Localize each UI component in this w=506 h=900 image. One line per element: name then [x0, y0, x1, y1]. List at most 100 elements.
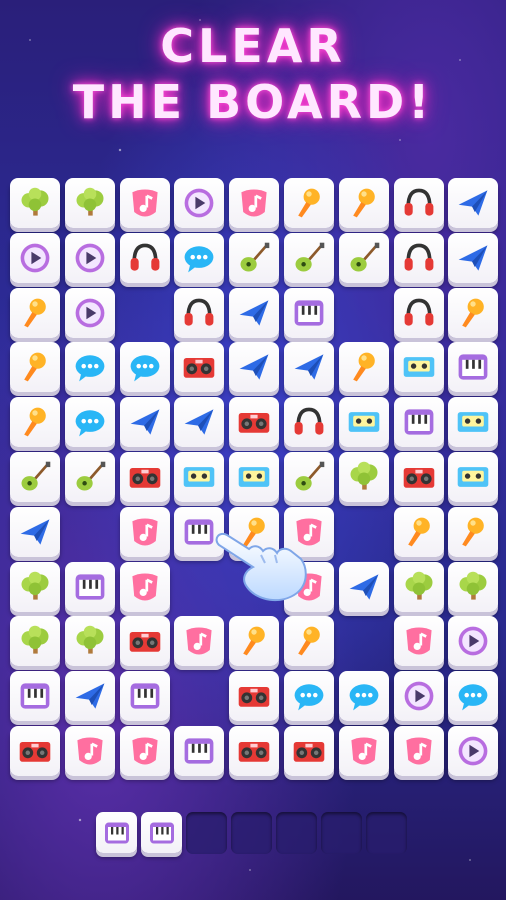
tile-plane[interactable]	[339, 562, 389, 612]
tile-plane[interactable]	[10, 507, 60, 557]
tile-chat[interactable]	[174, 233, 224, 283]
tile-note[interactable]	[120, 726, 170, 776]
tile-headphones[interactable]	[394, 233, 444, 283]
tile-play[interactable]	[65, 233, 115, 283]
tile-headphones[interactable]	[120, 233, 170, 283]
tile-boombox[interactable]	[229, 397, 279, 447]
tile-mic[interactable]	[284, 616, 334, 666]
tile-note[interactable]	[229, 178, 279, 228]
tile-note[interactable]	[120, 562, 170, 612]
tile-piano[interactable]	[65, 562, 115, 612]
tile-guitar[interactable]	[229, 233, 279, 283]
tile-plane[interactable]	[120, 397, 170, 447]
tile-mic[interactable]	[229, 616, 279, 666]
tile-headphones[interactable]	[174, 288, 224, 338]
tile-tree[interactable]	[10, 616, 60, 666]
tile-play[interactable]	[65, 288, 115, 338]
tile-chat[interactable]	[120, 342, 170, 392]
tray-slot	[141, 812, 182, 854]
tile-cassette[interactable]	[394, 342, 444, 392]
tile-mic[interactable]	[284, 178, 334, 228]
tile-tree[interactable]	[65, 616, 115, 666]
tile-play[interactable]	[448, 726, 498, 776]
tile-guitar[interactable]	[284, 233, 334, 283]
tile-mic[interactable]	[448, 288, 498, 338]
tile-mic[interactable]	[10, 397, 60, 447]
tile-boombox[interactable]	[284, 726, 334, 776]
tile-note[interactable]	[65, 726, 115, 776]
boombox-icon	[181, 349, 217, 385]
tile-chat[interactable]	[284, 671, 334, 721]
tile-plane[interactable]	[229, 288, 279, 338]
tile-cassette[interactable]	[229, 452, 279, 502]
tile-boombox[interactable]	[120, 452, 170, 502]
tree-icon	[346, 459, 382, 495]
tile-guitar[interactable]	[65, 452, 115, 502]
tile-piano[interactable]	[394, 397, 444, 447]
tile-plane[interactable]	[284, 342, 334, 392]
tile-cassette[interactable]	[339, 397, 389, 447]
mic-icon	[346, 349, 382, 385]
tile-tree[interactable]	[339, 452, 389, 502]
tile-mic[interactable]	[339, 178, 389, 228]
tile-boombox[interactable]	[229, 671, 279, 721]
tile-tree[interactable]	[65, 178, 115, 228]
tile-piano[interactable]	[10, 671, 60, 721]
tile-mic[interactable]	[448, 507, 498, 557]
tile-play[interactable]	[174, 178, 224, 228]
tile-chat[interactable]	[65, 342, 115, 392]
tile-tree[interactable]	[448, 562, 498, 612]
mic-icon	[17, 295, 53, 331]
tray-slot	[366, 812, 407, 854]
tile-note[interactable]	[120, 178, 170, 228]
tile-play[interactable]	[448, 616, 498, 666]
boombox-icon	[401, 459, 437, 495]
tile-note[interactable]	[394, 726, 444, 776]
play-icon	[455, 623, 491, 659]
tile-piano[interactable]	[120, 671, 170, 721]
tile-tree[interactable]	[10, 178, 60, 228]
tile-mic[interactable]	[339, 342, 389, 392]
tile-guitar[interactable]	[10, 452, 60, 502]
tile-mic[interactable]	[10, 342, 60, 392]
tile-play[interactable]	[10, 233, 60, 283]
tile-plane[interactable]	[229, 342, 279, 392]
tile-headphones[interactable]	[394, 288, 444, 338]
tile-chat[interactable]	[339, 671, 389, 721]
tile-piano[interactable]	[284, 288, 334, 338]
tile-piano[interactable]	[174, 726, 224, 776]
tile-chat[interactable]	[65, 397, 115, 447]
tile-plane[interactable]	[448, 233, 498, 283]
tile-play[interactable]	[394, 671, 444, 721]
tile-boombox[interactable]	[174, 342, 224, 392]
tile-plane[interactable]	[448, 178, 498, 228]
tile-note[interactable]	[394, 616, 444, 666]
tile-plane[interactable]	[174, 397, 224, 447]
tile-tree[interactable]	[10, 562, 60, 612]
tile-chat[interactable]	[448, 671, 498, 721]
tile-note[interactable]	[339, 726, 389, 776]
tile-note[interactable]	[120, 507, 170, 557]
tile-boombox[interactable]	[10, 726, 60, 776]
tile-note[interactable]	[174, 616, 224, 666]
play-icon	[181, 185, 217, 221]
tile-mic[interactable]	[394, 507, 444, 557]
tile-headphones[interactable]	[394, 178, 444, 228]
tile-mic[interactable]	[10, 288, 60, 338]
tile-guitar[interactable]	[339, 233, 389, 283]
tile-guitar[interactable]	[284, 452, 334, 502]
tile-boombox[interactable]	[394, 452, 444, 502]
tile-piano[interactable]	[448, 342, 498, 392]
tile-boombox[interactable]	[120, 616, 170, 666]
tile-boombox[interactable]	[229, 726, 279, 776]
mic-icon	[291, 185, 327, 221]
tile-tree[interactable]	[394, 562, 444, 612]
piano-icon	[181, 733, 217, 769]
tile-cassette[interactable]	[448, 452, 498, 502]
tile-headphones[interactable]	[284, 397, 334, 447]
tile-plane[interactable]	[65, 671, 115, 721]
tile-cassette[interactable]	[174, 452, 224, 502]
cassette-icon	[346, 404, 382, 440]
tile-board	[0, 0, 506, 790]
tile-cassette[interactable]	[448, 397, 498, 447]
